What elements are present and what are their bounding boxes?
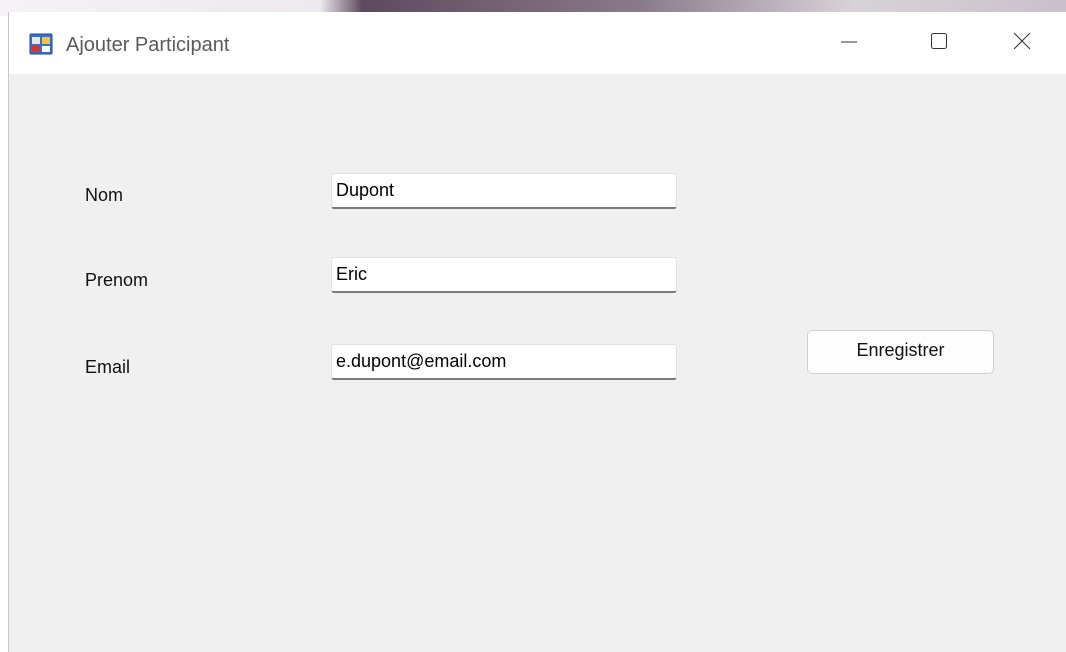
title-bar[interactable]: Ajouter Participant xyxy=(9,12,1066,74)
minimize-icon xyxy=(839,31,859,56)
maximize-button[interactable] xyxy=(894,12,984,74)
close-button[interactable] xyxy=(977,12,1066,74)
email-label: Email xyxy=(85,357,131,377)
email-input[interactable] xyxy=(331,344,677,380)
save-button[interactable]: Enregistrer xyxy=(807,330,994,374)
windows-forms-app-icon xyxy=(29,33,53,55)
form-window: Ajouter Participant Nom Prenom Email Enr… xyxy=(8,12,1066,652)
nom-label: Nom xyxy=(85,185,124,205)
form-client-area: Nom Prenom Email Enregistrer xyxy=(9,74,1066,652)
nom-input[interactable] xyxy=(331,173,677,209)
minimize-button[interactable] xyxy=(804,12,894,74)
prenom-label: Prenom xyxy=(85,270,149,290)
prenom-input[interactable] xyxy=(331,257,677,293)
maximize-icon xyxy=(929,31,949,56)
window-title: Ajouter Participant xyxy=(66,34,230,56)
close-icon xyxy=(1012,31,1032,56)
